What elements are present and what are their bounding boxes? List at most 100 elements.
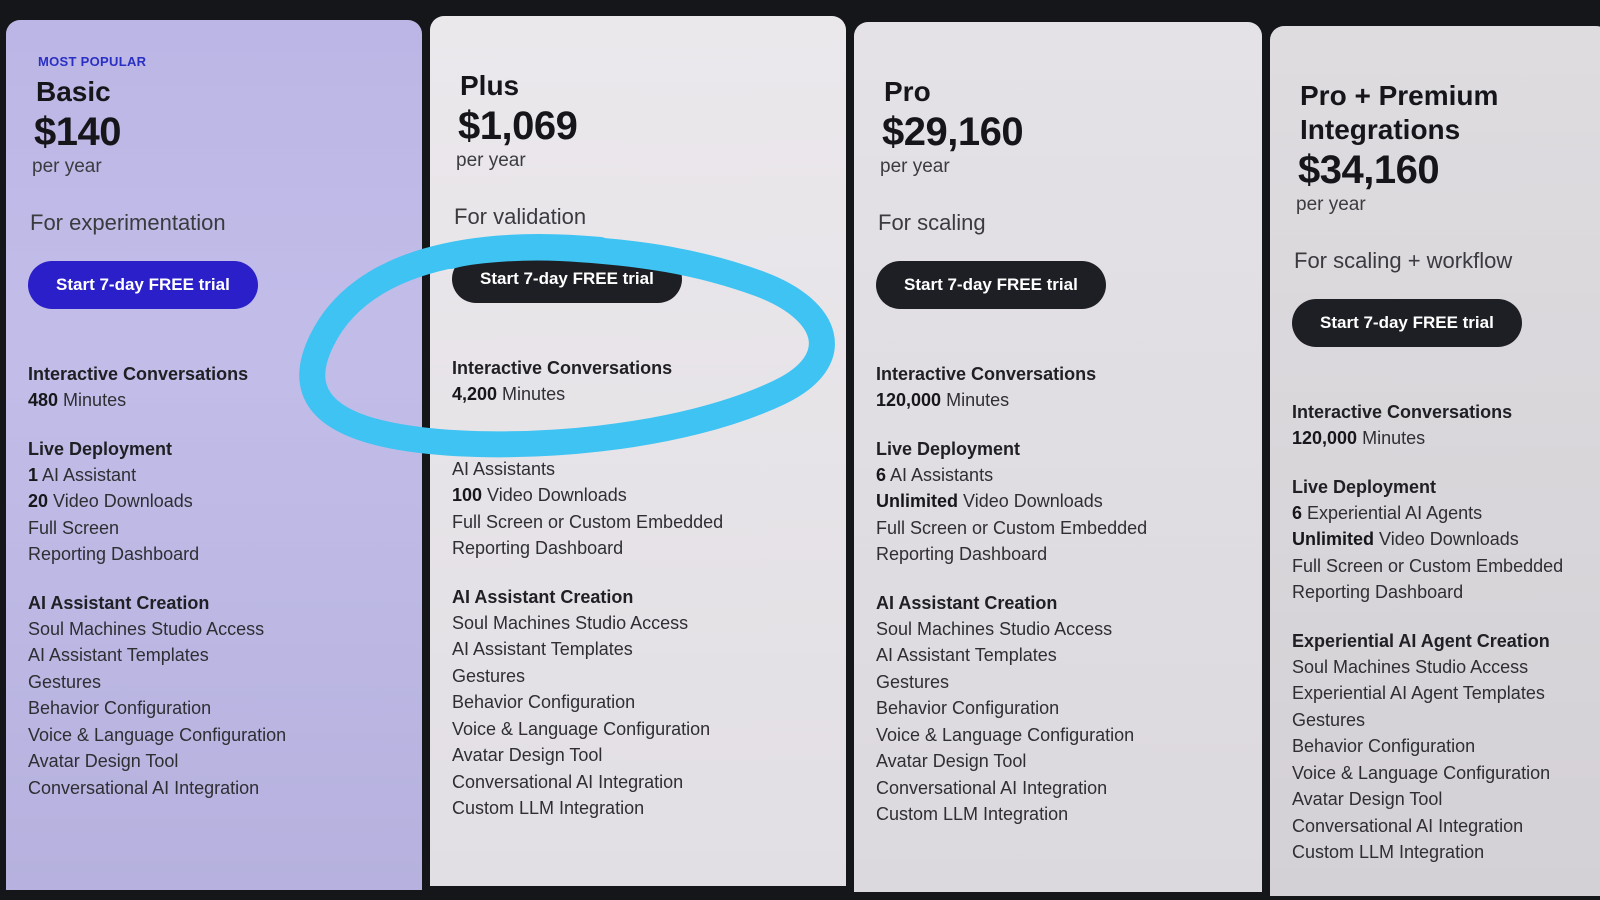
plan-card-basic: MOST POPULAR Basic $140 per year For exp… (6, 20, 422, 890)
feature-item: Behavior Configuration (28, 695, 402, 722)
feature-item: Gestures (452, 663, 826, 690)
plan-card-pro: Pro $29,160 per year For scaling Start 7… (854, 22, 1262, 892)
feature-item: Full Screen or Custom Embedded (452, 509, 826, 536)
feature-item-label: Voice & Language Configuration (28, 724, 287, 745)
feature-item-quantity: 20 (28, 491, 49, 511)
feature-group-title: AI Assistant Creation (452, 586, 634, 607)
plan-tagline: For experimentation (30, 210, 226, 235)
feature-item-quantity: 4,200 (452, 384, 498, 404)
feature-item: Full Screen (28, 515, 402, 542)
plan-price: $34,160 (1298, 148, 1440, 192)
feature-group: Live Deployment 6 AI Assistants Unlimited … (876, 436, 1242, 568)
feature-item-label: Behavior Configuration (452, 692, 636, 712)
feature-item-label: Full Screen or Custom Embedded (1292, 555, 1564, 576)
feature-item-label: Reporting Dashboard (28, 544, 200, 564)
pricing-page: MOST POPULAR Basic $140 per year For exp… (0, 0, 1600, 900)
feature-item-label: Experiential AI Agents (1302, 502, 1483, 523)
feature-item-quantity: Unlimited (1292, 529, 1375, 549)
feature-group: Interactive Conversations 120,000 Minutes (1292, 399, 1590, 452)
feature-item-label: AI Assistant Templates (876, 645, 1057, 665)
plan-period: per year (1296, 194, 1366, 215)
feature-item: 120,000 Minutes (1292, 425, 1590, 452)
feature-item: Avatar Design Tool (452, 742, 826, 769)
plan-name: Pro + Premium Integrations (1300, 80, 1499, 145)
feature-item: Voice & Language Configuration (28, 722, 402, 749)
feature-item-label: Minutes (941, 390, 1010, 410)
feature-item: Full Screen or Custom Embedded (876, 515, 1242, 542)
feature-item: Avatar Design Tool (876, 748, 1242, 775)
feature-item-label: AI Assistant (38, 464, 137, 485)
feature-item: Soul Machines Studio Access (28, 616, 402, 643)
feature-item-label: Minutes (497, 384, 566, 404)
start-trial-button[interactable]: Start 7-day FREE trial (1292, 299, 1522, 347)
feature-item-label: Reporting Dashboard (452, 538, 624, 558)
most-popular-badge: MOST POPULAR (38, 54, 147, 69)
feature-item-label: Soul Machines Studio Access (28, 618, 265, 639)
feature-item: Avatar Design Tool (1292, 786, 1590, 813)
feature-item-label: AI Assistant Templates (452, 639, 633, 659)
start-trial-button[interactable]: Start 7-day FREE trial (876, 261, 1106, 309)
feature-group: AI Assistant Creation Soul Machines Studi… (452, 584, 826, 822)
feature-item-quantity: 100 (452, 485, 483, 505)
feature-item-label: Full Screen or Custom Embedded (452, 511, 724, 532)
feature-item-label: Avatar Design Tool (28, 751, 179, 771)
feature-item-label: Full Screen or Custom Embedded (876, 517, 1148, 538)
feature-group: Interactive Conversations 120,000 Minutes (876, 361, 1242, 414)
feature-item: 480 Minutes (28, 387, 402, 414)
feature-item-label: AI Assistants (452, 458, 556, 479)
feature-item: Reporting Dashboard (1292, 579, 1590, 606)
feature-group: AI Assistant Creation Soul Machines Studi… (876, 590, 1242, 828)
feature-item-label: Behavior Configuration (876, 698, 1060, 718)
feature-item: Gestures (876, 669, 1242, 696)
feature-group: Live Deployment 6 Experiential AI Agents U… (1292, 474, 1590, 606)
feature-item-label: Avatar Design Tool (452, 745, 603, 765)
plan-tagline: For scaling + workflow (1294, 248, 1513, 273)
feature-item-label: Custom LLM Integration (876, 804, 1069, 824)
feature-group-title: Interactive Conversations (1292, 402, 1513, 422)
plan-period: per year (456, 150, 526, 171)
feature-group: Interactive Conversations 4,200 Minutes (452, 355, 826, 408)
feature-item: Conversational AI Integration (1292, 813, 1590, 840)
feature-group-title: Live Deployment (28, 438, 173, 459)
feature-item-label: Voice & Language Configuration (452, 718, 711, 739)
feature-item: Unlimited Video Downloads (1292, 526, 1590, 553)
feature-group: Experiential AI Agent Creation Soul Machi… (1292, 628, 1590, 866)
start-trial-button[interactable]: Start 7-day FREE trial (28, 261, 258, 309)
feature-item-label: Minutes (1357, 428, 1426, 448)
feature-item: Conversational AI Integration (28, 775, 402, 802)
feature-item: 120,000 Minutes (876, 387, 1242, 414)
feature-item: Soul Machines Studio Access (1292, 654, 1590, 681)
feature-item-label: Gestures (452, 665, 526, 686)
feature-group-title: Interactive Conversations (876, 364, 1097, 384)
feature-item-label: AI Assistant Templates (28, 645, 209, 665)
feature-item: 20 Video Downloads (28, 488, 402, 515)
feature-item-quantity: 6 (1292, 502, 1303, 523)
feature-item-label: Conversational AI Integration (452, 771, 684, 792)
feature-item: Unlimited Video Downloads (876, 488, 1242, 515)
feature-group-title: AI Assistant Creation (28, 592, 210, 613)
feature-item: Reporting Dashboard (28, 541, 402, 568)
plan-tagline: For validation (454, 204, 587, 229)
feature-item-label: Video Downloads (958, 491, 1103, 511)
feature-item: Reporting Dashboard (452, 535, 826, 562)
feature-group-title: Interactive Conversations (452, 358, 673, 378)
feature-item: 4,200 Minutes (452, 381, 826, 408)
feature-item-label: Gestures (28, 671, 102, 692)
feature-item-label: Behavior Configuration (28, 698, 212, 718)
feature-group: AI Assistant Creation Soul Machines Studi… (28, 590, 402, 802)
feature-item-label: Custom LLM Integration (452, 798, 645, 818)
feature-item-label: Conversational AI Integration (876, 777, 1108, 798)
feature-item: AI Assistants (452, 456, 826, 483)
feature-item-label: Avatar Design Tool (1292, 789, 1443, 809)
feature-item: AI Assistant Templates (28, 642, 402, 669)
feature-item: Reporting Dashboard (876, 541, 1242, 568)
feature-item-label: Custom LLM Integration (1292, 842, 1485, 862)
plan-price: $29,160 (882, 110, 1024, 154)
start-trial-button[interactable]: Start 7-day FREE trial (452, 255, 682, 303)
feature-list: Interactive Conversations 480 Minutes Live… (28, 361, 402, 801)
feature-item-label: Video Downloads (482, 485, 627, 505)
feature-item: 1 AI Assistant (28, 462, 402, 489)
plan-card-pro-premium: Pro + Premium Integrations $34,160 per y… (1270, 26, 1600, 896)
feature-item: Full Screen or Custom Embedded (1292, 553, 1590, 580)
plan-period: per year (32, 156, 102, 177)
